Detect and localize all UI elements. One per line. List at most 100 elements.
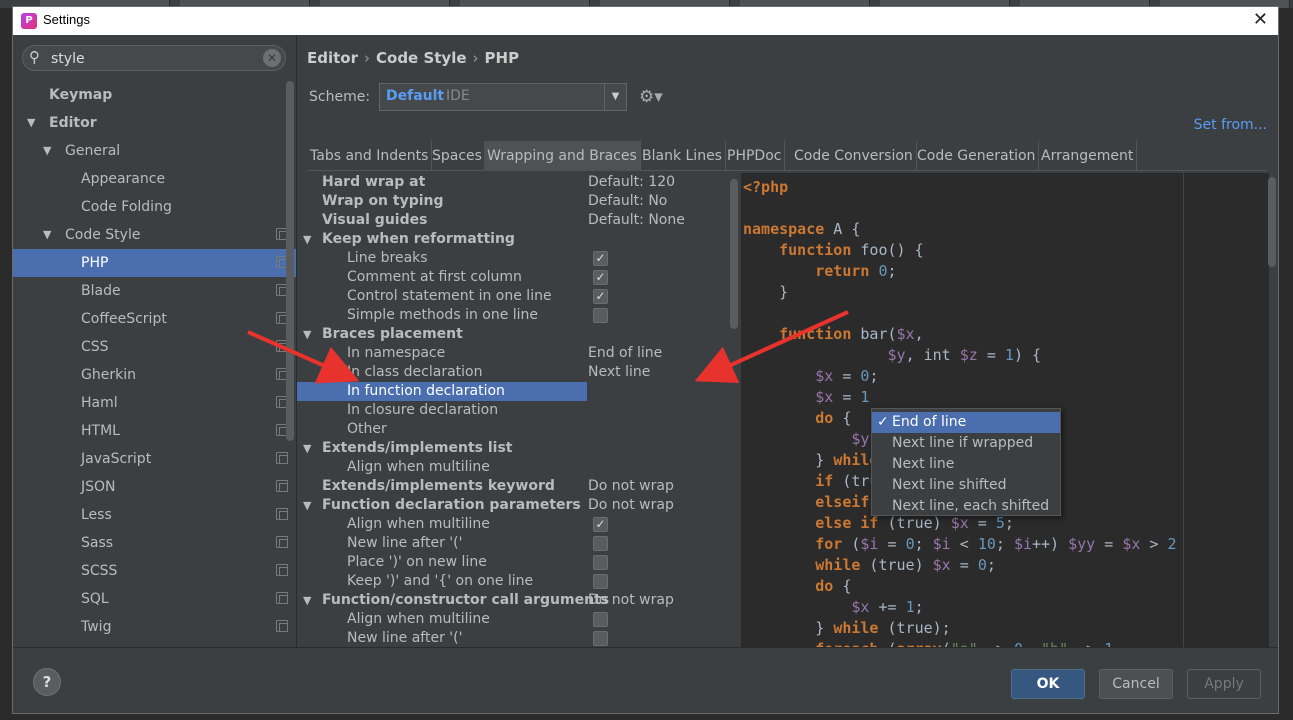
option-value[interactable]: Default: No [588,192,667,211]
option-row[interactable]: ▼ Extends/implements list [297,439,727,458]
option-row[interactable]: Line breaks ✓ [297,249,727,268]
options-scrollbar-thumb[interactable] [730,179,738,329]
tree-item-keymap[interactable]: Keymap [13,81,296,109]
tab-code-conversion[interactable]: Code Conversion [791,141,917,171]
checkbox-checked[interactable]: ✓ [593,270,608,285]
tab-code-generation[interactable]: Code Generation [914,141,1040,171]
tree-item-scss[interactable]: SCSS [13,557,296,585]
tree-item-javascript[interactable]: JavaScript [13,445,296,473]
gear-icon[interactable]: ⚙▾ [639,87,663,107]
checkbox-checked[interactable]: ✓ [593,517,608,532]
option-row[interactable]: ▼ Braces placement [297,325,727,344]
close-icon[interactable]: ✕ [1253,9,1268,30]
tab-spaces[interactable]: Spaces [429,141,486,171]
tab-blank-lines[interactable]: Blank Lines [639,141,726,171]
dropdown-option[interactable]: Next line if wrapped [872,433,1060,454]
sidebar-scrollbar-thumb[interactable] [286,81,294,441]
expand-arrow-icon[interactable]: ▼ [303,325,311,344]
option-row[interactable]: Control statement in one line ✓ [297,287,727,306]
dropdown-option[interactable]: ✓ End of line [872,412,1060,433]
help-icon[interactable]: ? [33,668,61,696]
option-row[interactable]: Comment at first column ✓ [297,268,727,287]
tree-item-editor[interactable]: ▼ Editor [13,109,296,137]
expand-arrow-icon[interactable]: ▼ [303,591,311,610]
tree-item-code-style[interactable]: ▼ Code Style [13,221,296,249]
tree-item-code-folding[interactable]: Code Folding [13,193,296,221]
option-row[interactable]: In closure declaration [297,401,727,420]
option-row[interactable]: Extends/implements keyword Do not wrap [297,477,727,496]
breadcrumb-item[interactable]: PHP [485,49,520,67]
chevron-down-icon[interactable]: ▼ [604,84,626,110]
tab-tabs-and-indents[interactable]: Tabs and Indents [307,141,433,171]
option-row[interactable]: Align when multiline ✓ [297,515,727,534]
dropdown-option[interactable]: Next line [872,454,1060,475]
checkbox-unchecked[interactable] [593,555,608,570]
expand-arrow-icon[interactable]: ▼ [27,109,35,137]
set-from-link[interactable]: Set from... [1194,117,1267,133]
options-scrollbar[interactable] [729,179,739,647]
option-value[interactable]: Default: None [588,211,685,230]
tree-item-html[interactable]: HTML [13,417,296,445]
tab-phpdoc[interactable]: PHPDoc [724,141,786,171]
dropdown-option[interactable]: Next line shifted [872,475,1060,496]
tree-item-gherkin[interactable]: Gherkin [13,361,296,389]
tab-arrangement[interactable]: Arrangement [1038,141,1138,171]
expand-arrow-icon[interactable]: ▼ [303,230,311,249]
option-row[interactable]: ▼ Keep when reformatting [297,230,727,249]
tree-item-coffeescript[interactable]: CoffeeScript [13,305,296,333]
expand-arrow-icon[interactable]: ▼ [43,221,51,249]
tree-item-sql[interactable]: SQL [13,585,296,613]
search-icon[interactable]: ⚲ [29,48,40,66]
option-row[interactable]: New line after '(' [297,534,727,553]
option-row[interactable]: ▼ Function/constructor call arguments Do n… [297,591,727,610]
option-row[interactable]: In function declaration [297,382,587,401]
checkbox-unchecked[interactable] [593,631,608,646]
option-row[interactable]: In class declaration Next line [297,363,727,382]
option-value[interactable]: Do not wrap [588,477,674,496]
option-row[interactable]: Align when multiline [297,458,727,477]
clear-search-icon[interactable]: ✕ [263,49,281,67]
ok-button[interactable]: OK [1011,669,1085,699]
tree-item-css[interactable]: CSS [13,333,296,361]
tree-item-general[interactable]: ▼ General [13,137,296,165]
tree-item-blade[interactable]: Blade [13,277,296,305]
code-preview-scrollbar[interactable] [1267,177,1277,645]
tree-item-less[interactable]: Less [13,501,296,529]
checkbox-unchecked[interactable] [593,308,608,323]
expand-arrow-icon[interactable]: ▼ [303,496,311,515]
option-value[interactable]: Next line [588,363,650,382]
search-input[interactable] [51,49,251,69]
checkbox-unchecked[interactable] [593,574,608,589]
option-row[interactable]: Other [297,420,727,439]
tree-item-php[interactable]: PHP [13,249,296,277]
option-row[interactable]: Hard wrap at Default: 120 [297,173,727,192]
tab-wrapping-and-braces[interactable]: Wrapping and Braces [484,141,641,171]
code-scrollbar-thumb[interactable] [1268,177,1276,267]
option-row[interactable]: Place ')' on new line [297,553,727,572]
expand-arrow-icon[interactable]: ▼ [43,137,51,165]
tree-item-json[interactable]: JSON [13,473,296,501]
sidebar-scrollbar[interactable] [285,81,295,647]
checkbox-unchecked[interactable] [593,612,608,627]
tree-item-twig[interactable]: Twig [13,613,296,641]
option-row[interactable]: New line after '(' [297,629,727,647]
option-row[interactable]: Visual guides Default: None [297,211,727,230]
checkbox-checked[interactable]: ✓ [593,289,608,304]
scheme-dropdown[interactable]: Default IDE ▼ [379,83,627,111]
option-row[interactable]: Keep ')' and '{' on one line [297,572,727,591]
expand-arrow-icon[interactable]: ▼ [303,439,311,458]
tree-item-haml[interactable]: Haml [13,389,296,417]
option-value[interactable]: Default: 120 [588,173,675,192]
option-row[interactable]: Align when multiline [297,610,727,629]
option-value[interactable]: Do not wrap [588,496,674,515]
option-row[interactable]: Wrap on typing Default: No [297,192,727,211]
option-value[interactable]: Do not wrap [588,591,674,610]
option-row[interactable]: Simple methods in one line [297,306,727,325]
checkbox-checked[interactable]: ✓ [593,251,608,266]
option-row[interactable]: In namespace End of line [297,344,727,363]
tree-item-sass[interactable]: Sass [13,529,296,557]
breadcrumb-item[interactable]: Code Style [376,49,467,67]
dropdown-option[interactable]: Next line, each shifted [872,496,1060,517]
tree-item-appearance[interactable]: Appearance [13,165,296,193]
breadcrumb-item[interactable]: Editor [307,49,358,67]
